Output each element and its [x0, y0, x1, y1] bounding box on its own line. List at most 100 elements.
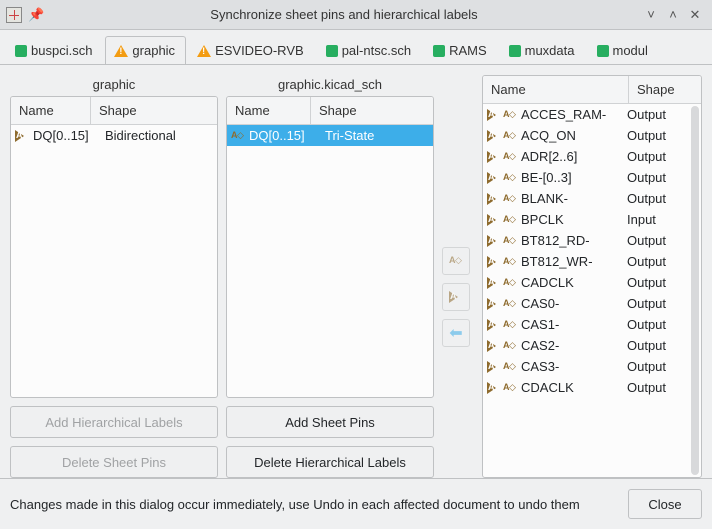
- tab-label: graphic: [132, 43, 175, 58]
- ok-icon: [597, 45, 609, 57]
- label-icon: [503, 214, 517, 226]
- row-shape: Output: [627, 254, 687, 269]
- use-pin-icon-button[interactable]: [442, 283, 470, 311]
- mid-list[interactable]: Name Shape DQ[0..15] Tri-State: [226, 96, 434, 398]
- label-icon: [231, 130, 245, 142]
- row-name: BLANK-: [521, 191, 623, 206]
- close-button[interactable]: Close: [628, 489, 702, 519]
- row-name: BPCLK: [521, 212, 623, 227]
- row-name: DQ[0..15]: [33, 128, 101, 143]
- pin-icon: [487, 235, 501, 247]
- label-icon: [503, 256, 517, 268]
- list-item[interactable]: ADR[2..6] Output: [483, 146, 691, 167]
- scrollbar[interactable]: [691, 106, 699, 475]
- label-icon: [503, 340, 517, 352]
- list-item[interactable]: BLANK- Output: [483, 188, 691, 209]
- row-shape: Bidirectional: [105, 128, 213, 143]
- col-name[interactable]: Name: [483, 76, 629, 103]
- list-item[interactable]: CADCLKOutput: [483, 272, 691, 293]
- col-shape[interactable]: Shape: [629, 76, 701, 103]
- list-item[interactable]: ACQ_ONOutput: [483, 125, 691, 146]
- tab-graphic[interactable]: graphic: [105, 36, 186, 64]
- delete-hier-labels-button[interactable]: Delete Hierarchical Labels: [226, 446, 434, 478]
- label-icon: [503, 193, 517, 205]
- maximize-icon[interactable]: ˄: [662, 7, 684, 22]
- row-name: ADR[2..6]: [521, 149, 623, 164]
- tab-buspcisch[interactable]: buspci.sch: [6, 36, 103, 64]
- label-icon: [503, 172, 517, 184]
- row-shape: Tri-State: [325, 128, 429, 143]
- list-item[interactable]: CDACLKOutput: [483, 377, 691, 398]
- use-label-icon-button[interactable]: [442, 247, 470, 275]
- pin-icon: [487, 172, 501, 184]
- list-item[interactable]: BE-[0..3] Output: [483, 167, 691, 188]
- list-item[interactable]: BT812_WR-Output: [483, 251, 691, 272]
- col-name[interactable]: Name: [227, 97, 311, 124]
- left-column: graphic Name Shape DQ[0..15] Bidirectiona…: [10, 75, 218, 478]
- pin-icon: [487, 298, 501, 310]
- tab-bar: buspci.sch graphic ESVIDEO-RVB pal-ntsc.sch…: [0, 30, 712, 65]
- row-shape: Output: [627, 233, 687, 248]
- pin-icon: [487, 319, 501, 331]
- footer: Changes made in this dialog occur immedi…: [0, 478, 712, 529]
- move-left-button[interactable]: ⬅: [442, 319, 470, 347]
- row-shape: Output: [627, 317, 687, 332]
- close-icon[interactable]: ✕: [684, 7, 706, 23]
- row-name: BE-[0..3]: [521, 170, 623, 185]
- label-icon: [449, 255, 463, 267]
- tab-esvideorvb[interactable]: ESVIDEO-RVB: [188, 36, 315, 64]
- right-column: Name Shape ACCES_RAM-OutputACQ_ONOutputA…: [482, 75, 702, 478]
- list-item[interactable]: CAS1-Output: [483, 314, 691, 335]
- pin-icon: [449, 291, 463, 303]
- pin-icon: [487, 340, 501, 352]
- add-sheet-pins-button[interactable]: Add Sheet Pins: [226, 406, 434, 438]
- row-name: CAS3-: [521, 359, 623, 374]
- row-shape: Output: [627, 170, 687, 185]
- col-shape[interactable]: Shape: [91, 97, 217, 124]
- list-item[interactable]: BT812_RD-Output: [483, 230, 691, 251]
- arrow-left-icon: ⬅: [449, 323, 462, 343]
- list-item[interactable]: ACCES_RAM-Output: [483, 104, 691, 125]
- label-icon: [503, 130, 517, 142]
- pin-icon: [487, 214, 501, 226]
- tab-label: buspci.sch: [31, 43, 92, 58]
- add-hier-labels-button[interactable]: Add Hierarchical Labels: [10, 406, 218, 438]
- row-shape: Output: [627, 149, 687, 164]
- left-list[interactable]: Name Shape DQ[0..15] Bidirectional: [10, 96, 218, 398]
- col-shape[interactable]: Shape: [311, 97, 433, 124]
- pin-icon: [487, 130, 501, 142]
- right-list[interactable]: Name Shape ACCES_RAM-OutputACQ_ONOutputA…: [482, 75, 702, 478]
- app-icon: [6, 7, 22, 23]
- list-item[interactable]: CAS2-Output: [483, 335, 691, 356]
- tab-label: ESVIDEO-RVB: [215, 43, 304, 58]
- left-title: graphic: [10, 75, 218, 96]
- row-shape: Output: [627, 191, 687, 206]
- pin-icon[interactable]: 📌: [28, 7, 44, 23]
- pin-icon: [487, 151, 501, 163]
- pin-icon: [487, 382, 501, 394]
- minimize-icon[interactable]: ˅: [640, 7, 662, 22]
- list-item[interactable]: BPCLK Input: [483, 209, 691, 230]
- middle-column: graphic.kicad_sch Name Shape DQ[0..15]Tr…: [226, 75, 434, 478]
- pin-icon: [487, 193, 501, 205]
- label-icon: [503, 319, 517, 331]
- col-name[interactable]: Name: [11, 97, 91, 124]
- row-shape: Output: [627, 296, 687, 311]
- row-name: CAS0-: [521, 296, 623, 311]
- row-shape: Output: [627, 128, 687, 143]
- row-name: DQ[0..15]: [249, 128, 321, 143]
- tab-label: modul: [613, 43, 648, 58]
- tab-palntscsch[interactable]: pal-ntsc.sch: [317, 36, 422, 64]
- list-item[interactable]: CAS0- Output: [483, 293, 691, 314]
- tab-muxdata[interactable]: muxdata: [500, 36, 586, 64]
- ok-icon: [15, 45, 27, 57]
- row-shape: Input: [627, 212, 687, 227]
- tab-rams[interactable]: RAMS: [424, 36, 498, 64]
- delete-sheet-pins-button[interactable]: Delete Sheet Pins: [10, 446, 218, 478]
- list-item[interactable]: CAS3-Output: [483, 356, 691, 377]
- list-item[interactable]: DQ[0..15] Tri-State: [227, 125, 433, 146]
- pin-icon: [487, 361, 501, 373]
- tab-modul[interactable]: modul: [588, 36, 659, 64]
- pin-icon: [487, 256, 501, 268]
- list-item[interactable]: DQ[0..15] Bidirectional: [11, 125, 217, 146]
